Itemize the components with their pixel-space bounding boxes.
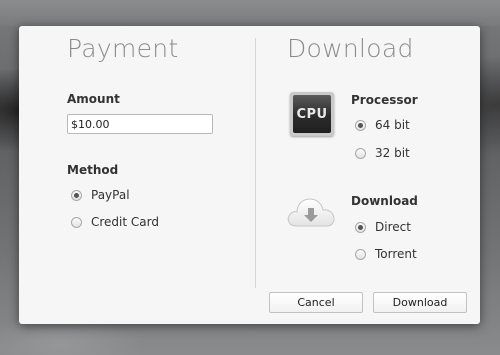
direct-label: Direct — [375, 220, 411, 234]
credit-card-radio[interactable] — [71, 216, 82, 228]
download-option-torrent[interactable]: Torrent — [355, 247, 417, 261]
direct-radio[interactable] — [355, 221, 366, 233]
cpu-icon: CPU — [290, 92, 334, 136]
background-band — [0, 0, 500, 26]
download-title: Download — [287, 34, 414, 63]
method-option-paypal[interactable]: PayPal — [71, 188, 130, 202]
64bit-radio[interactable] — [355, 119, 366, 131]
processor-option-64bit[interactable]: 64 bit — [355, 118, 410, 132]
pane-divider — [255, 38, 256, 288]
method-label: Method — [67, 163, 119, 177]
amount-label: Amount — [67, 92, 120, 106]
payment-title: Payment — [67, 34, 179, 63]
amount-input[interactable] — [67, 114, 213, 134]
cpu-chip: CPU — [293, 95, 331, 133]
paypal-radio[interactable] — [71, 189, 82, 201]
torrent-label: Torrent — [375, 247, 417, 261]
paypal-label: PayPal — [91, 188, 130, 202]
torrent-radio[interactable] — [355, 248, 366, 260]
cloud-download-icon — [287, 198, 335, 227]
32bit-label: 32 bit — [375, 146, 410, 160]
download-button[interactable]: Download — [373, 292, 467, 313]
download-option-direct[interactable]: Direct — [355, 220, 411, 234]
payment-download-dialog: Payment Download Amount Method PayPal Cr… — [19, 26, 480, 324]
32bit-radio[interactable] — [355, 147, 366, 159]
credit-card-label: Credit Card — [91, 215, 159, 229]
cancel-button[interactable]: Cancel — [269, 292, 363, 313]
processor-label: Processor — [351, 93, 418, 107]
64bit-label: 64 bit — [375, 118, 410, 132]
download-method-label: Download — [351, 194, 418, 208]
method-option-credit-card[interactable]: Credit Card — [71, 215, 159, 229]
processor-option-32bit[interactable]: 32 bit — [355, 146, 410, 160]
